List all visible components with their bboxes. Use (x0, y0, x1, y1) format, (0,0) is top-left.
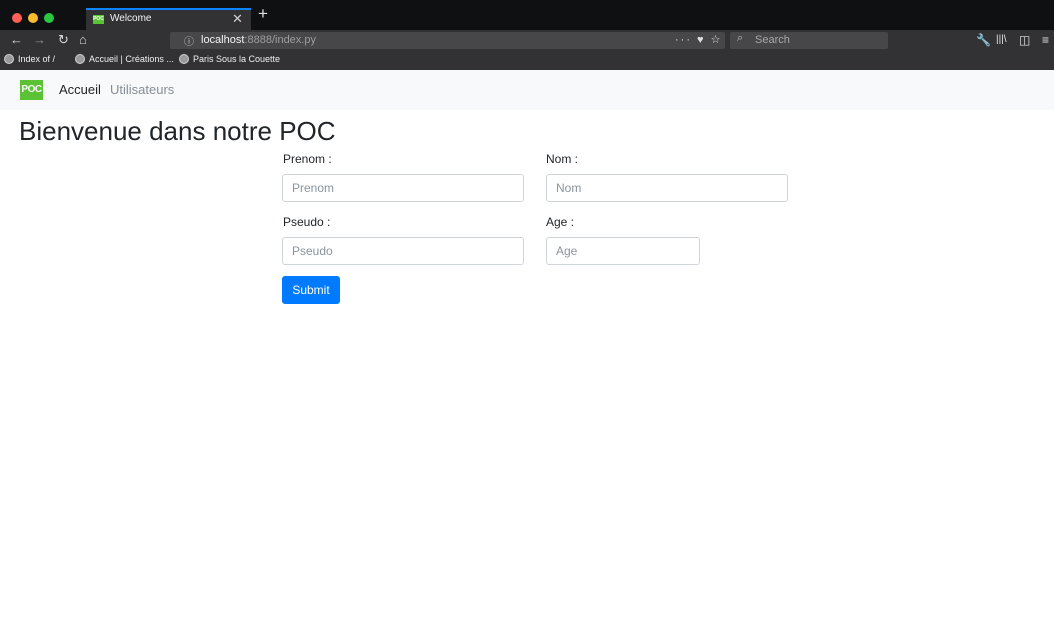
prenom-input[interactable] (282, 174, 524, 202)
search-bar[interactable]: ⌕ Search (730, 32, 888, 49)
submit-button[interactable]: Submit (282, 276, 340, 304)
minimize-window-button[interactable] (28, 13, 38, 23)
page-actions-icon[interactable]: ··· ♥ ☆ (675, 33, 723, 46)
reload-icon[interactable]: ↻ (58, 32, 69, 48)
bookmarks-bar: Index of / Accueil | Créations ... Paris… (0, 52, 1054, 69)
page-info-icon[interactable]: ⓘ (184, 33, 194, 48)
maximize-window-button[interactable] (44, 13, 54, 23)
tools-icon[interactable]: 🔧 (976, 33, 991, 47)
tab-close-icon[interactable]: ✕ (232, 11, 243, 27)
browser-chrome: POC Welcome ✕ + ← → ↻ ⌂ ⓘ localhost:8888… (0, 0, 1054, 70)
bookmark-item[interactable]: Index of / (4, 54, 55, 64)
page-title: Bienvenue dans notre POC (19, 116, 336, 146)
tab-bar: POC Welcome ✕ + (0, 0, 1054, 30)
close-window-button[interactable] (12, 13, 22, 23)
forward-icon[interactable]: → (33, 32, 46, 48)
prenom-label: Prenom : (283, 152, 332, 166)
url-host: localhost (201, 34, 245, 46)
library-icon[interactable]: |||\ (996, 34, 1007, 45)
nav-link-accueil[interactable]: Accueil (59, 82, 101, 97)
tab-favicon-icon: POC (93, 15, 104, 24)
sidebar-icon[interactable]: ◫ (1019, 33, 1030, 47)
new-tab-icon[interactable]: + (258, 5, 268, 22)
tab-welcome[interactable]: POC Welcome ✕ (86, 8, 251, 30)
nom-input[interactable] (546, 174, 788, 202)
globe-icon (75, 54, 85, 64)
globe-icon (4, 54, 14, 64)
brand-logo[interactable]: POC (20, 80, 43, 100)
home-icon[interactable]: ⌂ (79, 32, 87, 48)
site-navbar: POC Accueil Utilisateurs (0, 70, 1054, 110)
search-placeholder: Search (755, 34, 790, 46)
nom-label: Nom : (546, 152, 579, 166)
menu-icon[interactable]: ≡ (1042, 33, 1049, 47)
back-icon[interactable]: ← (10, 32, 23, 48)
nav-link-utilisateurs[interactable]: Utilisateurs (110, 82, 174, 97)
url-path: :8888/index.py (244, 34, 316, 46)
url-text[interactable]: localhost:8888/index.py (201, 34, 316, 46)
globe-icon (179, 54, 189, 64)
age-input[interactable] (546, 237, 700, 265)
navigation-toolbar: ← → ↻ ⌂ ⓘ localhost:8888/index.py ··· ♥ … (0, 30, 1054, 52)
bookmark-item[interactable]: Accueil | Créations ... (75, 54, 174, 64)
age-label: Age : (546, 215, 575, 229)
pseudo-label: Pseudo : (283, 215, 331, 229)
tab-title: Welcome (110, 13, 152, 24)
url-bar[interactable]: ⓘ localhost:8888/index.py ··· ♥ ☆ (170, 32, 725, 49)
pseudo-input[interactable] (282, 237, 524, 265)
search-icon: ⌕ (737, 32, 744, 44)
bookmark-item[interactable]: Paris Sous la Couette (179, 54, 280, 64)
